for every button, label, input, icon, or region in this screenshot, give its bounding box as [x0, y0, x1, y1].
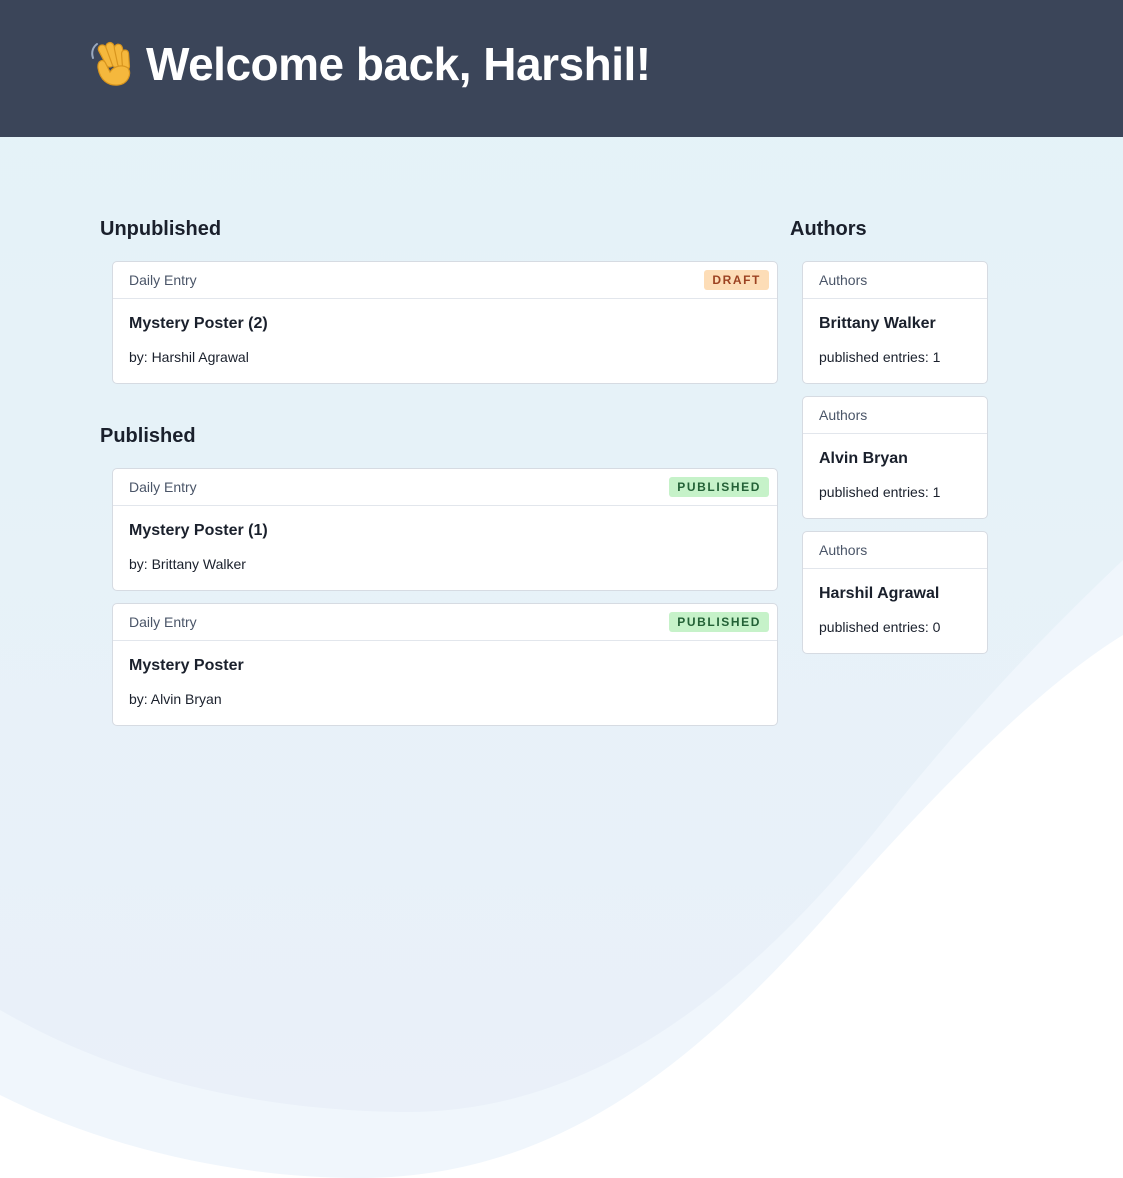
author-card[interactable]: Authors Alvin Bryan published entries: 1	[802, 396, 988, 519]
entry-card[interactable]: Daily Entry DRAFT Mystery Poster (2) by:…	[112, 261, 778, 384]
author-category: Authors	[819, 407, 868, 423]
entry-card-header: Daily Entry PUBLISHED	[113, 469, 777, 506]
author-stats: published entries: 1	[819, 484, 941, 500]
entry-category: Daily Entry	[129, 479, 197, 495]
published-section-title: Published	[100, 425, 196, 447]
entry-card-header: Daily Entry DRAFT	[113, 262, 777, 299]
author-card-header: Authors	[803, 262, 987, 299]
entry-card[interactable]: Daily Entry PUBLISHED Mystery Poster (1)…	[112, 468, 778, 591]
author-category: Authors	[819, 272, 868, 288]
authors-section-title: Authors	[790, 218, 867, 240]
author-name[interactable]: Harshil Agrawal	[819, 584, 939, 604]
published-status-badge: PUBLISHED	[669, 477, 769, 497]
author-category: Authors	[819, 542, 868, 558]
entry-title[interactable]: Mystery Poster (2)	[129, 314, 268, 334]
author-card[interactable]: Authors Brittany Walker published entrie…	[802, 261, 988, 384]
entry-card-header: Daily Entry PUBLISHED	[113, 604, 777, 641]
entry-category: Daily Entry	[129, 614, 197, 630]
author-stats: published entries: 0	[819, 619, 941, 635]
entry-category: Daily Entry	[129, 272, 197, 288]
waving-hand-icon	[88, 38, 138, 88]
author-card[interactable]: Authors Harshil Agrawal published entrie…	[802, 531, 988, 654]
entry-author: by: Brittany Walker	[129, 556, 246, 572]
page-header: Welcome back, Harshil!	[0, 0, 1123, 137]
author-card-header: Authors	[803, 397, 987, 434]
draft-status-badge: DRAFT	[704, 270, 769, 290]
entry-card[interactable]: Daily Entry PUBLISHED Mystery Poster by:…	[112, 603, 778, 726]
entry-author: by: Harshil Agrawal	[129, 349, 249, 365]
published-status-badge: PUBLISHED	[669, 612, 769, 632]
entry-title[interactable]: Mystery Poster	[129, 656, 244, 676]
entry-title[interactable]: Mystery Poster (1)	[129, 521, 268, 541]
entry-author: by: Alvin Bryan	[129, 691, 222, 707]
unpublished-section-title: Unpublished	[100, 218, 222, 240]
author-name[interactable]: Alvin Bryan	[819, 449, 908, 469]
page-title: Welcome back, Harshil!	[88, 36, 651, 92]
author-name[interactable]: Brittany Walker	[819, 314, 936, 334]
author-card-header: Authors	[803, 532, 987, 569]
author-stats: published entries: 1	[819, 349, 941, 365]
greeting-text: Welcome back, Harshil!	[146, 38, 651, 90]
